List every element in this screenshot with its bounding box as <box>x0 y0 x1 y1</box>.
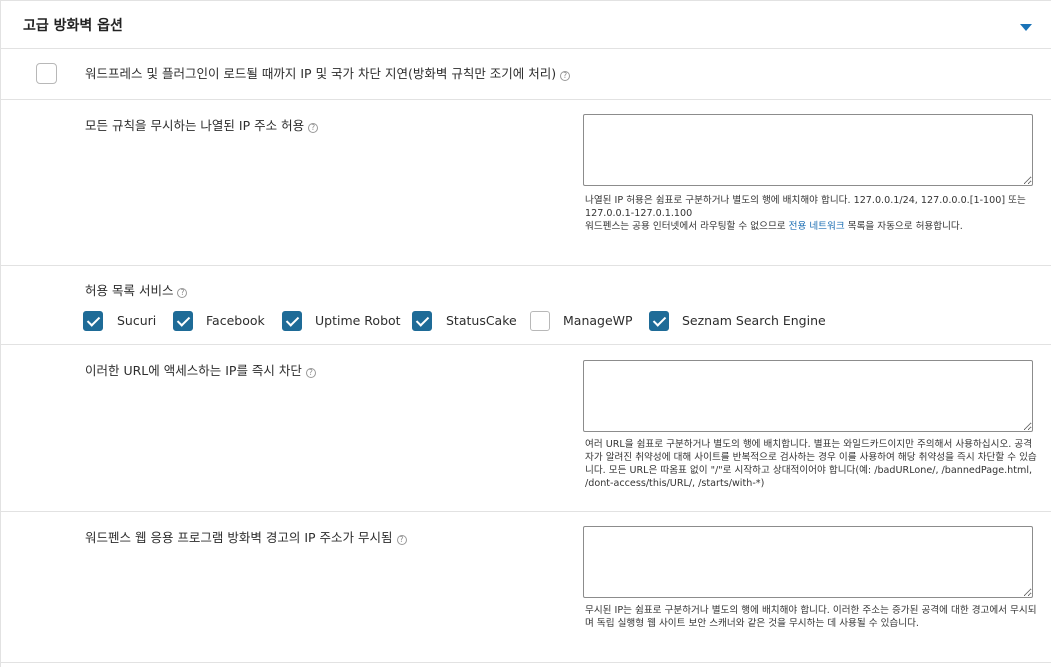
service-managewp-checkbox[interactable] <box>530 311 550 331</box>
delay-block-label: 워드프레스 및 플러그인이 로드될 때까지 IP 및 국가 차단 지연(방화벽 … <box>85 66 557 81</box>
help-icon[interactable]: ? <box>396 535 407 545</box>
ignore-alerts-row: 워드펜스 웹 응용 프로그램 방화벽 경고의 IP 주소가 무시됨? 무시된 I… <box>1 512 1051 663</box>
service-seznam-label: Seznam Search Engine <box>682 313 826 328</box>
help-icon[interactable]: ? <box>305 368 316 378</box>
allowlist-ips-row: 모든 규칙을 무시하는 나열된 IP 주소 허용? 나열된 IP 허용은 쉼표로… <box>1 100 1051 266</box>
allowlist-ips-hint-line2-end: 목록을 자동으로 허용합니다. <box>844 221 963 232</box>
block-urls-textarea[interactable] <box>583 360 1033 432</box>
panel-header[interactable]: 고급 방화벽 옵션 <box>1 1 1051 49</box>
block-urls-row: 이러한 URL에 액세스하는 IP를 즉시 차단? 여러 URL을 쉼표로 구분… <box>1 345 1051 512</box>
delay-block-checkbox[interactable] <box>36 63 57 84</box>
service-uptime-robot-checkbox[interactable] <box>282 311 302 331</box>
ignore-alerts-label: 워드펜스 웹 응용 프로그램 방화벽 경고의 IP 주소가 무시됨 <box>85 530 393 545</box>
block-urls-hint: 여러 URL을 쉼표로 구분하거나 별도의 행에 배치합니다. 별표는 와일드카… <box>585 439 1037 489</box>
private-network-link[interactable]: 전용 네트워크 <box>789 221 845 232</box>
service-managewp-label: ManageWP <box>563 313 633 328</box>
ignore-alerts-hint: 무시된 IP는 쉼표로 구분하거나 별도의 행에 배치해야 합니다. 이러한 주… <box>585 605 1037 629</box>
help-icon[interactable]: ? <box>560 71 571 81</box>
service-facebook-checkbox[interactable] <box>173 311 193 331</box>
service-sucuri-checkbox[interactable] <box>83 311 103 331</box>
allowlist-ips-label: 모든 규칙을 무시하는 나열된 IP 주소 허용 <box>85 118 305 133</box>
ignore-alerts-textarea[interactable] <box>583 526 1033 598</box>
delay-block-row: 워드프레스 및 플러그인이 로드될 때까지 IP 및 국가 차단 지연(방화벽 … <box>1 49 1051 100</box>
allowlist-ips-hint-line1: 나열된 IP 허용은 쉼표로 구분하거나 별도의 행에 배치해야 합니다. 12… <box>585 195 1026 219</box>
service-statuscake-label: StatusCake <box>446 313 517 328</box>
allowlist-services-row: 허용 목록 서비스? Sucuri Facebook Uptime Robot … <box>1 266 1051 345</box>
service-statuscake-checkbox[interactable] <box>412 311 432 331</box>
allowlist-ips-textarea[interactable] <box>583 114 1033 186</box>
service-sucuri-label: Sucuri <box>117 313 157 328</box>
help-icon[interactable]: ? <box>308 123 319 133</box>
allowlist-ips-hint: 나열된 IP 허용은 쉼표로 구분하거나 별도의 행에 배치해야 합니다. 12… <box>585 194 1037 233</box>
service-uptime-robot-label: Uptime Robot <box>315 313 401 328</box>
advanced-firewall-options-panel: 고급 방화벽 옵션 워드프레스 및 플러그인이 로드될 때까지 IP 및 국가 … <box>0 0 1051 667</box>
allowlist-services-label: 허용 목록 서비스 <box>85 283 174 298</box>
service-seznam-checkbox[interactable] <box>649 311 669 331</box>
chevron-down-icon[interactable] <box>1020 24 1032 31</box>
panel-title: 고급 방화벽 옵션 <box>23 18 123 34</box>
help-icon[interactable]: ? <box>177 288 188 298</box>
block-urls-label: 이러한 URL에 액세스하는 IP를 즉시 차단 <box>85 363 302 378</box>
allowlist-ips-hint-line2: 워드펜스는 공용 인터넷에서 라우팅할 수 없으므로 <box>585 221 789 232</box>
service-facebook-label: Facebook <box>206 313 265 328</box>
